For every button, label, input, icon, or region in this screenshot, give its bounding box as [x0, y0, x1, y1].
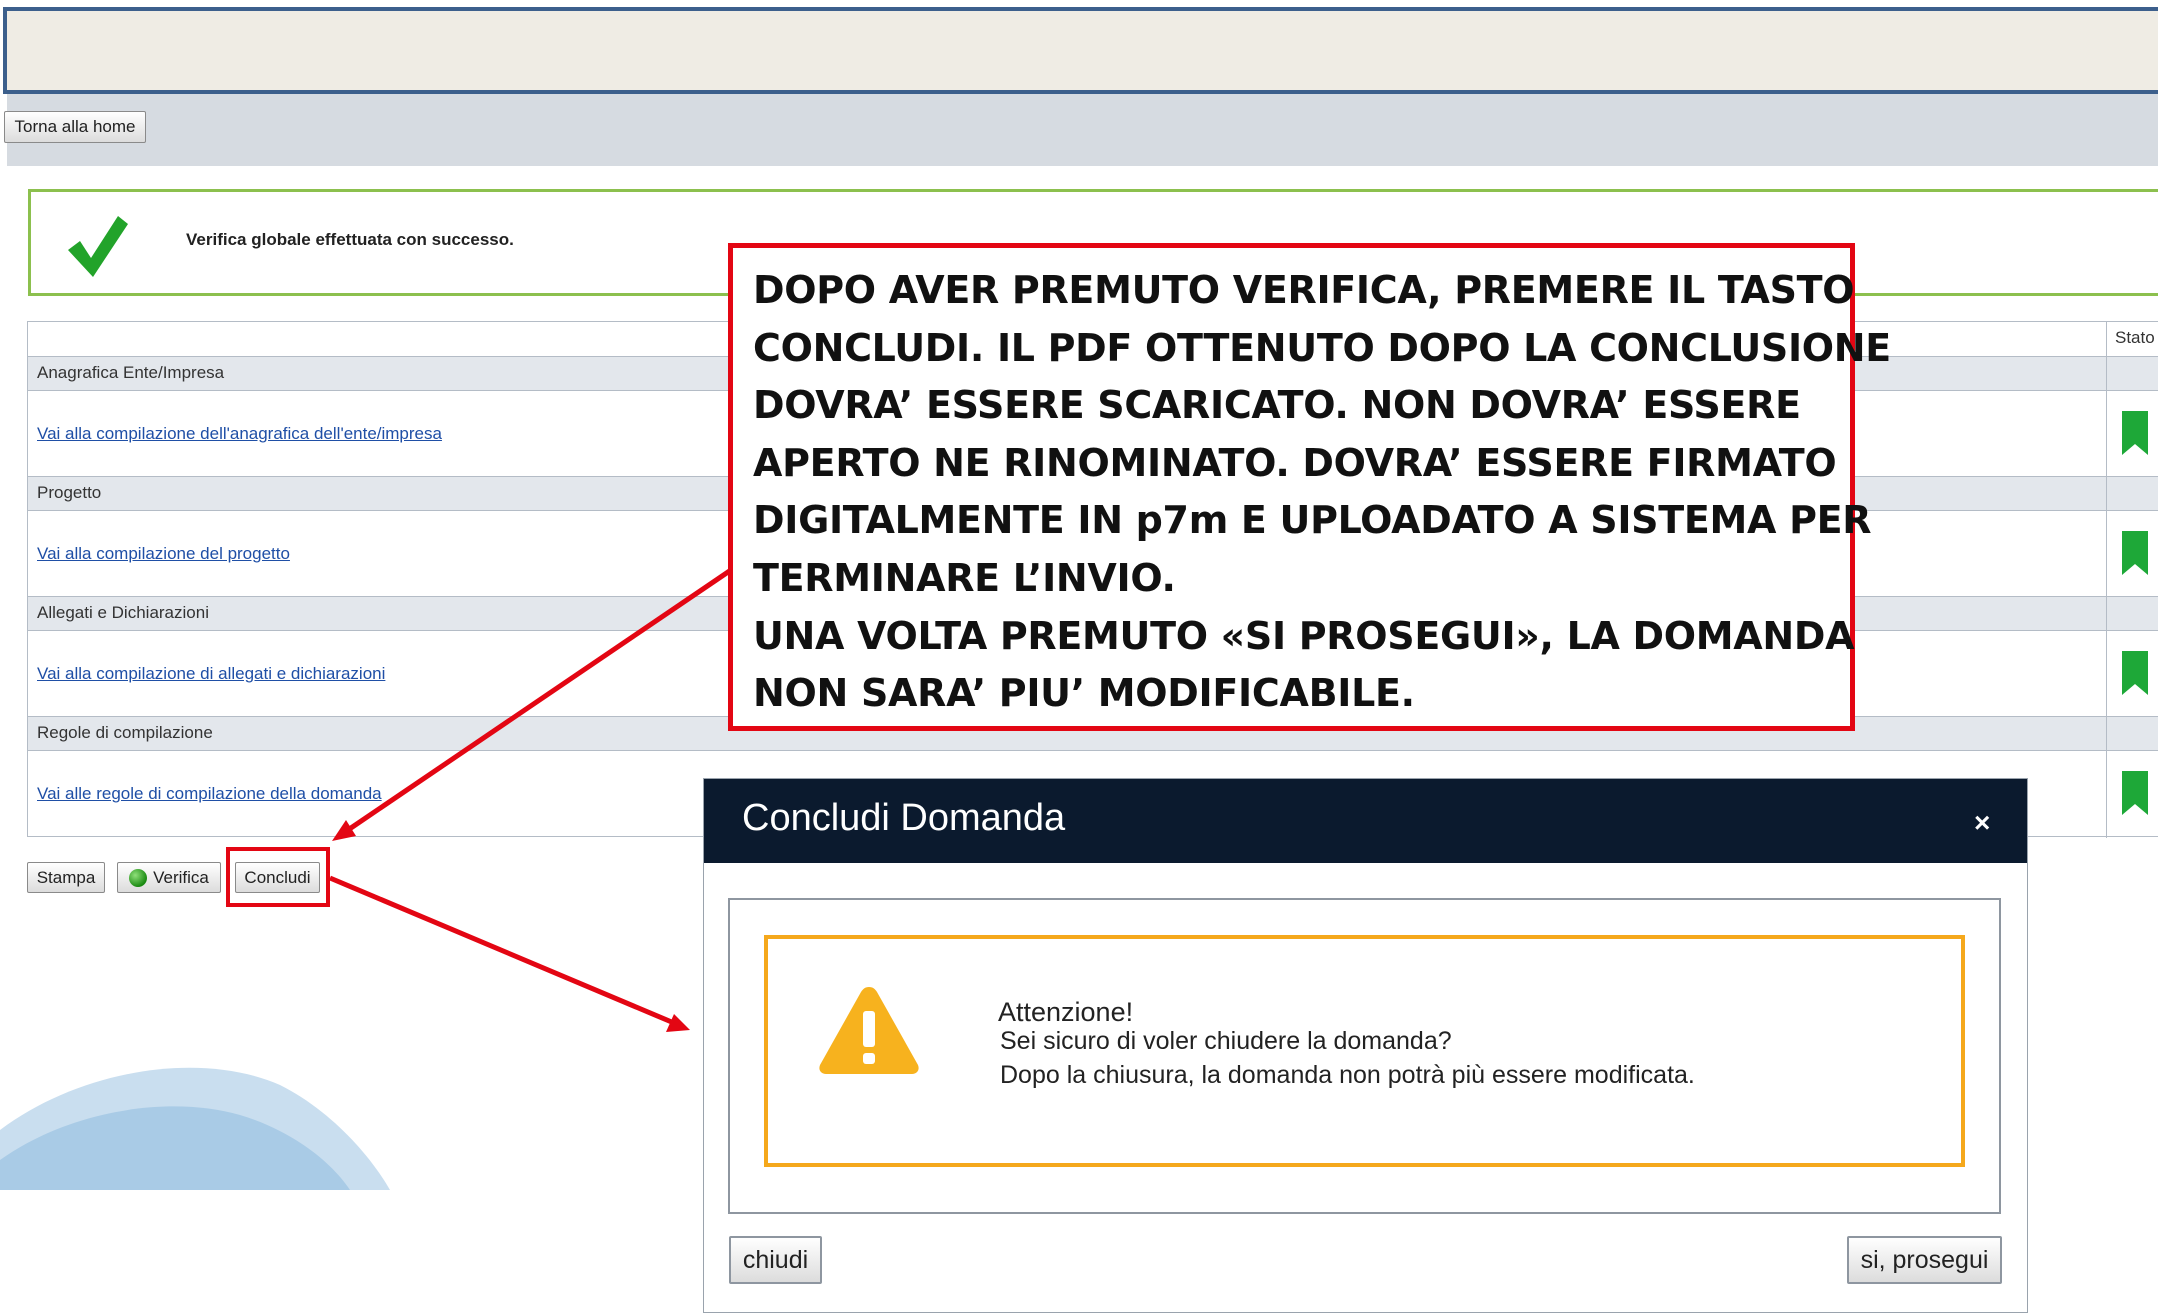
- bookmark-icon: [2122, 651, 2148, 695]
- status-column-divider: [2106, 322, 2107, 838]
- link-anagrafica[interactable]: Vai alla compilazione dell'anagrafica de…: [37, 424, 442, 444]
- warning-notice: Dopo la chiusura, la domanda non potrà p…: [1000, 1061, 1695, 1089]
- section-header-label: Anagrafica Ente/Impresa: [37, 363, 225, 382]
- chiudi-button[interactable]: chiudi: [729, 1236, 822, 1284]
- bookmark-icon: [2122, 771, 2148, 815]
- section-header-label: Regole di compilazione: [37, 723, 213, 742]
- instruction-callout: DOPO AVER PREMUTO VERIFICA, PREMERE IL T…: [728, 243, 1891, 731]
- bookmark-icon: [2122, 411, 2148, 455]
- verifica-button[interactable]: Verifica: [117, 862, 221, 893]
- stampa-button[interactable]: Stampa: [27, 862, 105, 893]
- dialog-title: Concludi Domanda: [742, 797, 1066, 839]
- arrow-icon: [666, 1014, 690, 1032]
- top-banner: [3, 7, 2158, 94]
- success-message-text: Verifica globale effettuata con successo…: [186, 230, 514, 249]
- callout-line: NON SARA’ PIU’ MODIFICABILE.: [753, 671, 1415, 716]
- callout-line: TERMINARE L’INVIO.: [753, 555, 1176, 600]
- callout-line: UNA VOLTA PREMUTO «SI PROSEGUI», LA DOMA…: [753, 613, 1855, 658]
- link-progetto[interactable]: Vai alla compilazione del progetto: [37, 544, 290, 564]
- callout-line: DOVRA’ ESSERE SCARICATO. NON DOVRA’ ESSE…: [753, 383, 1801, 428]
- bookmark-icon: [2122, 531, 2148, 575]
- callout-line: CONCLUDI. IL PDF OTTENUTO DOPO LA CONCLU…: [753, 325, 1891, 370]
- green-dot-icon: [129, 868, 148, 887]
- callout-line: DOPO AVER PREMUTO VERIFICA, PREMERE IL T…: [753, 268, 1855, 312]
- callout-line: DIGITALMENTE IN p7m E UPLOADATO A SISTEM…: [753, 498, 1872, 543]
- si-prosegui-button[interactable]: si, prosegui: [1847, 1236, 2002, 1284]
- home-button[interactable]: Torna alla home: [4, 111, 146, 143]
- section-header-label: Progetto: [37, 483, 102, 502]
- warning-title: Attenzione!: [998, 997, 1134, 1027]
- concludi-highlight-box: [226, 847, 330, 907]
- verifica-label: Verifica: [153, 867, 209, 887]
- concludi-dialog: Concludi Domanda × Attenzione! Sei sicur…: [703, 778, 2028, 1313]
- decorative-wave: [0, 1067, 390, 1190]
- toolbar: [7, 94, 2158, 166]
- callout-line: APERTO NE RINOMINATO. DOVRA’ ESSERE FIRM…: [753, 440, 1837, 485]
- warning-question: Sei sicuro di voler chiudere la domanda?: [1000, 1027, 1452, 1055]
- dialog-header: Concludi Domanda ×: [704, 779, 2027, 863]
- link-regole[interactable]: Vai alle regole di compilazione della do…: [37, 784, 382, 804]
- arrow-icon: [329, 875, 675, 1026]
- status-column-header: Stato: [2115, 328, 2155, 347]
- close-icon[interactable]: ×: [1974, 807, 1990, 839]
- link-allegati[interactable]: Vai alla compilazione di allegati e dich…: [37, 664, 385, 684]
- warning-icon: [819, 987, 919, 1074]
- section-header-label: Allegati e Dichiarazioni: [37, 603, 209, 622]
- check-icon: [68, 216, 128, 277]
